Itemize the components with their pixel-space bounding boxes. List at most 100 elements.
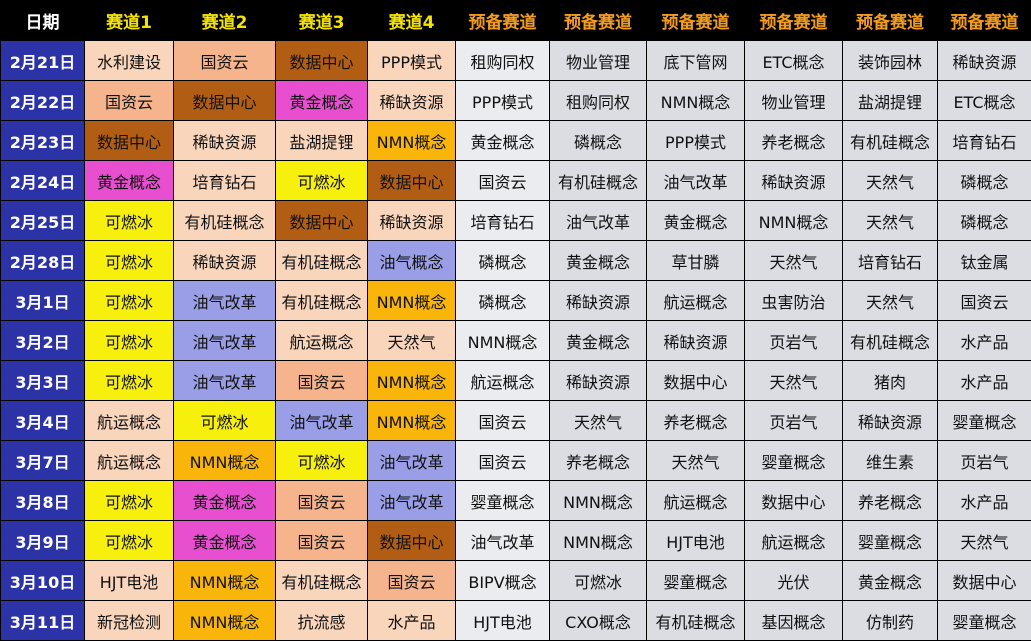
track-cell: NMN概念 xyxy=(367,280,456,321)
track-cell: HJT电池 xyxy=(84,560,174,601)
reserve-cell: 国资云 xyxy=(455,400,550,441)
reserve-cell: 养老概念 xyxy=(549,440,647,481)
reserve-cell: 底下管网 xyxy=(646,40,745,81)
header-track-3: 赛道3 xyxy=(275,0,368,41)
table-row: 3月7日 航运概念 NMN概念 可燃冰 油气改革 国资云 养老概念 天然气 婴童概念 维生素 页岩气 xyxy=(0,440,1031,481)
reserve-cell: 婴童概念 xyxy=(842,520,938,561)
reserve-cell: 物业管理 xyxy=(549,40,647,81)
reserve-cell: 养老概念 xyxy=(842,480,938,521)
reserve-cell: 培育钻石 xyxy=(842,240,938,281)
reserve-cell: 天然气 xyxy=(842,200,938,241)
track-cell: 有机硅概念 xyxy=(275,560,368,601)
reserve-cell: 婴童概念 xyxy=(937,400,1031,441)
reserve-cell: 天然气 xyxy=(646,440,745,481)
track-cell: 数据中心 xyxy=(275,40,368,81)
reserve-cell: 国资云 xyxy=(455,440,550,481)
reserve-cell: 天然气 xyxy=(744,240,843,281)
header-reserve-6: 预备赛道 xyxy=(937,0,1031,41)
reserve-cell: 黄金概念 xyxy=(549,320,647,361)
track-cell: 国资云 xyxy=(275,480,368,521)
date-cell: 3月7日 xyxy=(0,440,85,481)
track-cell: 数据中心 xyxy=(84,120,174,161)
table-row: 3月3日 可燃冰 油气改革 国资云 NMN概念 航运概念 稀缺资源 数据中心 天然气 猪肉 水产品 xyxy=(0,360,1031,401)
track-cell: 国资云 xyxy=(173,40,276,81)
reserve-cell: 页岩气 xyxy=(744,320,843,361)
reserve-cell: 虫害防治 xyxy=(744,280,843,321)
reserve-cell: NMN概念 xyxy=(455,320,550,361)
reserve-cell: 养老概念 xyxy=(744,120,843,161)
track-cell: 稀缺资源 xyxy=(173,240,276,281)
date-cell: 3月9日 xyxy=(0,520,85,561)
date-cell: 2月25日 xyxy=(0,200,85,241)
table-row: 3月4日 航运概念 可燃冰 油气改革 NMN概念 国资云 天然气 养老概念 页岩气 稀缺资源 婴童概… xyxy=(0,400,1031,441)
reserve-cell: 有机硅概念 xyxy=(842,320,938,361)
date-cell: 3月4日 xyxy=(0,400,85,441)
reserve-cell: 页岩气 xyxy=(744,400,843,441)
reserve-cell: 稀缺资源 xyxy=(549,280,647,321)
table-row: 2月24日 黄金概念 培育钻石 可燃冰 数据中心 国资云 有机硅概念 油气改革 稀缺资源 天然气磷… xyxy=(0,160,1031,201)
track-cell: 可燃冰 xyxy=(84,520,174,561)
track-cell: 油气改革 xyxy=(173,280,276,321)
reserve-cell: 婴童概念 xyxy=(744,440,843,481)
table-row: 3月1日 可燃冰 油气改革 有机硅概念 NMN概念 磷概念 稀缺资源 航运概念 虫害防治 天然气国… xyxy=(0,280,1031,321)
track-cell: 油气改革 xyxy=(367,440,456,481)
track-cell: 油气改革 xyxy=(275,400,368,441)
date-cell: 2月23日 xyxy=(0,120,85,161)
reserve-cell: 物业管理 xyxy=(744,80,843,121)
reserve-cell: 婴童概念 xyxy=(937,600,1031,641)
track-cell: 数据中心 xyxy=(275,200,368,241)
reserve-cell: 水产品 xyxy=(937,320,1031,361)
reserve-cell: 草甘膦 xyxy=(646,240,745,281)
track-cell: 可燃冰 xyxy=(84,200,174,241)
reserve-cell: ETC概念 xyxy=(937,80,1031,121)
table-header: 日期 赛道1 赛道2 赛道3 赛道4 预备赛道 预备赛道 预备赛道 预备赛道 预备赛道 预备赛道 xyxy=(0,0,1031,41)
table-body: 2月21日 水利建设 国资云 数据中心 PPP模式 租购同权 物业管理 底下管网 ETC概念 装饰… xyxy=(0,40,1031,641)
date-cell: 3月1日 xyxy=(0,280,85,321)
date-cell: 3月10日 xyxy=(0,560,85,601)
header-reserve-4: 预备赛道 xyxy=(744,0,843,41)
reserve-cell: 天然气 xyxy=(842,280,938,321)
track-cell: 可燃冰 xyxy=(173,400,276,441)
reserve-cell: 培育钻石 xyxy=(455,200,550,241)
track-cell: 可燃冰 xyxy=(275,160,368,201)
reserve-cell: 水产品 xyxy=(937,480,1031,521)
reserve-cell: 磷概念 xyxy=(937,160,1031,201)
track-cell: 数据中心 xyxy=(367,520,456,561)
reserve-cell: NMN概念 xyxy=(549,480,647,521)
reserve-cell: NMN概念 xyxy=(646,80,745,121)
track-cell: NMN概念 xyxy=(367,400,456,441)
header-track-1: 赛道1 xyxy=(84,0,174,41)
header-reserve-2: 预备赛道 xyxy=(549,0,647,41)
reserve-cell: 天然气 xyxy=(937,520,1031,561)
track-cell: 稀缺资源 xyxy=(173,120,276,161)
reserve-cell: 稀缺资源 xyxy=(549,360,647,401)
track-cell: 可燃冰 xyxy=(84,320,174,361)
header-row: 日期 赛道1 赛道2 赛道3 赛道4 预备赛道 预备赛道 预备赛道 预备赛道 预备赛道 预备赛道 xyxy=(0,0,1031,41)
reserve-cell: 航运概念 xyxy=(744,520,843,561)
reserve-cell: 数据中心 xyxy=(937,560,1031,601)
reserve-cell: 婴童概念 xyxy=(646,560,745,601)
reserve-cell: 黄金概念 xyxy=(646,200,745,241)
track-cell: 可燃冰 xyxy=(275,440,368,481)
reserve-cell: 培育钻石 xyxy=(937,120,1031,161)
track-cell: 航运概念 xyxy=(84,400,174,441)
track-cell: 国资云 xyxy=(275,520,368,561)
track-cell: 新冠检测 xyxy=(84,600,174,641)
reserve-cell: 光伏 xyxy=(744,560,843,601)
reserve-cell: 黄金概念 xyxy=(455,120,550,161)
track-cell: 有机硅概念 xyxy=(173,200,276,241)
track-cell: 黄金概念 xyxy=(84,160,174,201)
reserve-cell: NMN概念 xyxy=(744,200,843,241)
table-row: 2月21日 水利建设 国资云 数据中心 PPP模式 租购同权 物业管理 底下管网 ETC概念 装饰… xyxy=(0,40,1031,81)
track-cell: 可燃冰 xyxy=(84,480,174,521)
reserve-cell: 有机硅概念 xyxy=(842,120,938,161)
reserve-cell: 油气改革 xyxy=(455,520,550,561)
table-row: 2月23日 数据中心 稀缺资源 盐湖提锂 NMN概念 黄金概念 磷概念 PPP模式 养老概念 有机… xyxy=(0,120,1031,161)
table-row: 3月2日 可燃冰 油气改革 航运概念 天然气 NMN概念 黄金概念 稀缺资源 页岩气 有机硅概念水… xyxy=(0,320,1031,361)
header-reserve-1: 预备赛道 xyxy=(455,0,550,41)
date-cell: 3月8日 xyxy=(0,480,85,521)
track-cell: 有机硅概念 xyxy=(275,240,368,281)
reserve-cell: 航运概念 xyxy=(646,280,745,321)
track-cell: NMN概念 xyxy=(367,120,456,161)
reserve-cell: 维生素 xyxy=(842,440,938,481)
